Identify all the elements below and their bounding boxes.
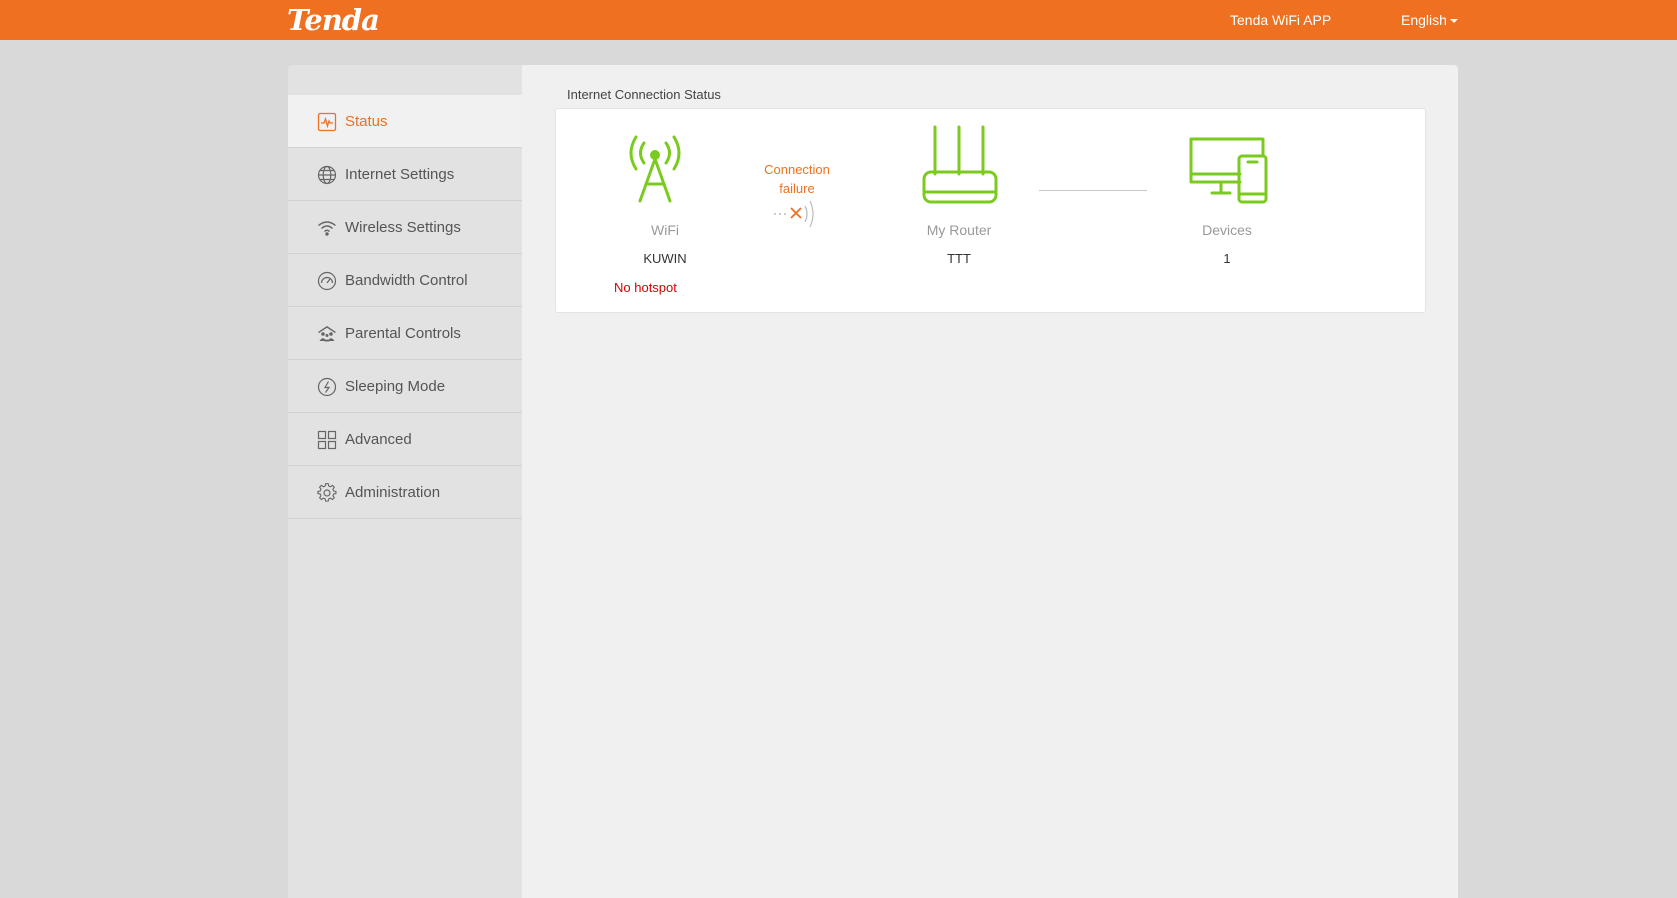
devices-count-value: 1 [1223, 251, 1231, 266]
globe-icon [317, 165, 337, 185]
sidebar-item-label: Sleeping Mode [345, 378, 446, 395]
section-title: Internet Connection Status [567, 87, 721, 102]
sidebar-item-status[interactable]: Status [288, 95, 522, 148]
sidebar-item-label: Administration [345, 484, 441, 501]
sidebar-menu: Status Internet Settings Wireless Settin… [288, 95, 522, 519]
antenna-tower-icon [629, 135, 681, 203]
tenda-logo[interactable]: Tenda [287, 3, 380, 37]
wifi-label: WiFi [651, 222, 679, 238]
sidebar: Status Internet Settings Wireless Settin… [288, 65, 522, 898]
language-selector[interactable]: English [1401, 12, 1458, 28]
sidebar-item-label: Bandwidth Control [345, 272, 468, 289]
sidebar-item-advanced[interactable]: Advanced [288, 413, 522, 466]
sidebar-item-parental-controls[interactable]: Parental Controls [288, 307, 522, 360]
main-content: Internet Connection Status WiFi KUWIN No… [522, 65, 1458, 898]
router-name-value: TTT [947, 251, 971, 266]
family-icon [318, 326, 336, 342]
sidebar-item-label: Advanced [345, 431, 412, 448]
router-label: My Router [926, 222, 992, 238]
tenda-wifi-app-link[interactable]: Tenda WiFi APP [1230, 12, 1331, 28]
sidebar-item-wireless-settings[interactable]: Wireless Settings [288, 201, 522, 254]
gear-icon [317, 483, 337, 502]
sidebar-item-bandwidth-control[interactable]: Bandwidth Control [288, 254, 522, 307]
devices-icon [1189, 137, 1268, 204]
moon-clock-icon [317, 377, 337, 397]
wifi-icon [318, 221, 336, 236]
grid-icon [317, 430, 337, 450]
wifi-warning-text: No hotspot [614, 280, 677, 295]
sidebar-item-label: Wireless Settings [345, 219, 461, 236]
router-devices-link-line [1039, 190, 1147, 191]
sidebar-item-label: Internet Settings [345, 166, 455, 183]
sidebar-item-sleeping-mode[interactable]: Sleeping Mode [288, 360, 522, 413]
status-chart-icon [317, 112, 337, 132]
connection-failure-text: Connection failure [764, 162, 830, 196]
wifi-ssid-value: KUWIN [643, 251, 687, 266]
router-icon [922, 125, 998, 204]
connection-failed-icon [774, 200, 814, 228]
top-bar: Tenda Tenda WiFi APP English [0, 0, 1677, 40]
sidebar-item-administration[interactable]: Administration [288, 466, 522, 519]
connection-status-card: WiFi KUWIN No hotspot Connection failure… [555, 108, 1426, 313]
caret-down-icon [1449, 19, 1458, 23]
sidebar-item-internet-settings[interactable]: Internet Settings [288, 148, 522, 201]
devices-label: Devices [1202, 222, 1252, 238]
sidebar-item-label: Status [345, 113, 388, 130]
language-label: English [1401, 12, 1447, 28]
sidebar-item-label: Parental Controls [345, 325, 461, 342]
speedometer-icon [317, 271, 337, 291]
